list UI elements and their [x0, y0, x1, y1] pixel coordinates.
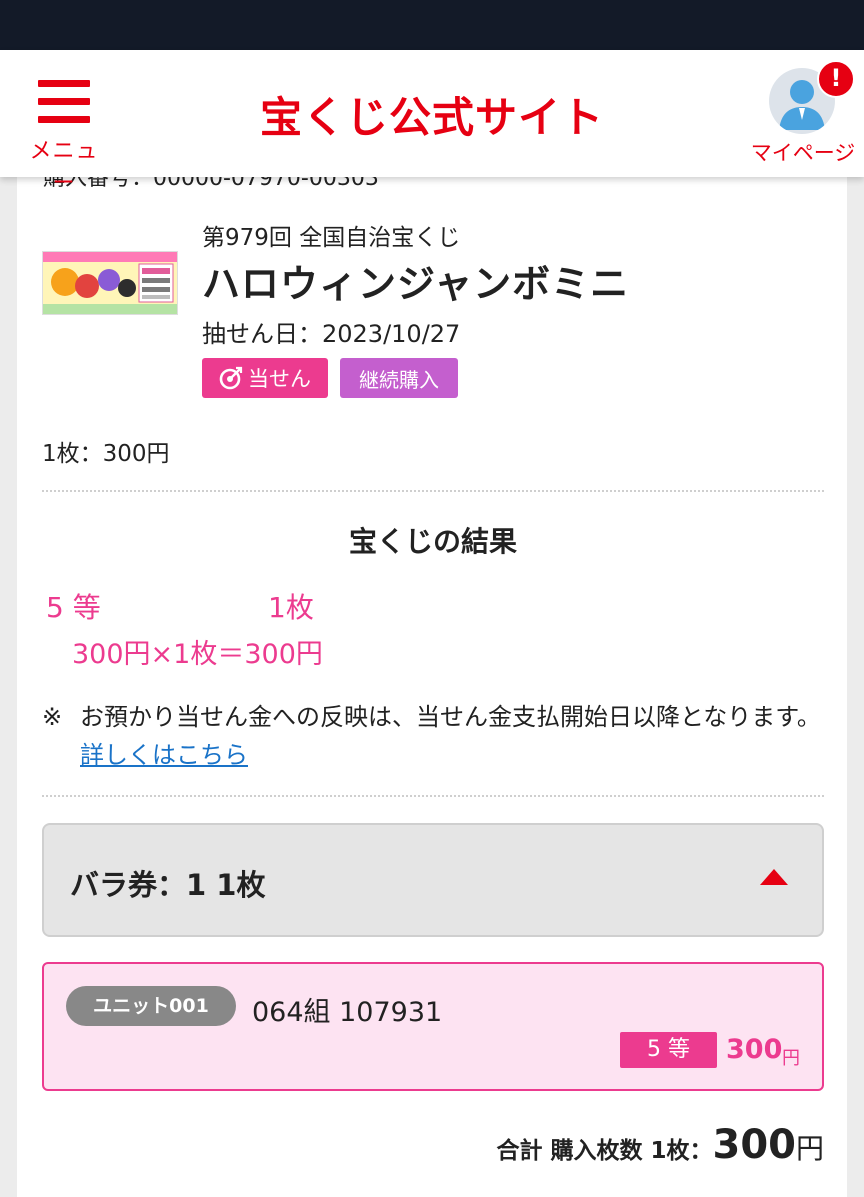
alert-badge: !: [817, 60, 855, 98]
triangle-up-icon[interactable]: [760, 869, 788, 885]
target-icon: [219, 366, 243, 390]
mypage-button[interactable]: ! マイページ: [748, 60, 858, 170]
win-tag-label: 当せん: [248, 367, 311, 391]
prize-rank: 5 等: [46, 591, 101, 624]
menu-label: メニュー: [29, 139, 99, 196]
mypage-label: マイページ: [750, 141, 856, 165]
lottery-name: ハロウィンジャンボミニ: [202, 262, 630, 306]
prize-count: 1枚: [268, 591, 314, 624]
ticket-image: [42, 251, 178, 315]
win-tag: 当せん: [202, 358, 328, 398]
total-row: 合計 購入枚数 1枚：300円: [42, 1122, 824, 1168]
divider: [42, 490, 824, 492]
status-bar: [0, 0, 864, 50]
win-amount: 300: [726, 1034, 783, 1065]
total-label: 合計 購入枚数 1枚：: [496, 1138, 713, 1164]
note-text: お預かり当せん金への反映は、当せん金支払開始日以降となります。: [80, 703, 821, 731]
win-amount-currency: 円: [782, 1048, 800, 1069]
result-title: 宝くじの結果: [348, 525, 517, 558]
unit-price: 1枚：300円: [42, 441, 170, 467]
hamburger-icon: [38, 80, 90, 124]
ticket-numbers: 064組 107931: [252, 997, 443, 1028]
divider: [42, 795, 824, 797]
prize-rank-tag: 5 等: [620, 1032, 717, 1068]
prize-calculation: 300円×1枚＝300円: [72, 639, 323, 670]
draw-date: 抽せん日：2023/10/27: [202, 320, 461, 348]
note-mark: ※: [42, 703, 63, 731]
continue-purchase-tag[interactable]: 継続購入: [340, 358, 458, 398]
bara-ticket-accordion[interactable]: バラ券：1 1枚: [42, 823, 824, 937]
menu-button[interactable]: メニュー: [20, 76, 108, 196]
lottery-round: 第979回 全国自治宝くじ: [202, 225, 461, 251]
accordion-title: バラ券：1 1枚: [70, 868, 266, 902]
details-link[interactable]: 詳しくはこちら: [80, 741, 248, 769]
site-header: メニュー 宝くじ公式サイト ! マイページ: [0, 50, 864, 196]
note-body: お預かり当せん金への反映は、当せん金支払開始日以降となります。詳しくはこちら: [80, 698, 824, 774]
unit-badge: ユニット001: [66, 986, 236, 1026]
total-currency: 円: [795, 1132, 824, 1165]
site-logo[interactable]: 宝くじ公式サイト: [232, 84, 632, 145]
total-amount: 300: [712, 1122, 796, 1168]
ticket-unit: ユニット001 064組 107931 5 等 300 円: [42, 962, 824, 1091]
